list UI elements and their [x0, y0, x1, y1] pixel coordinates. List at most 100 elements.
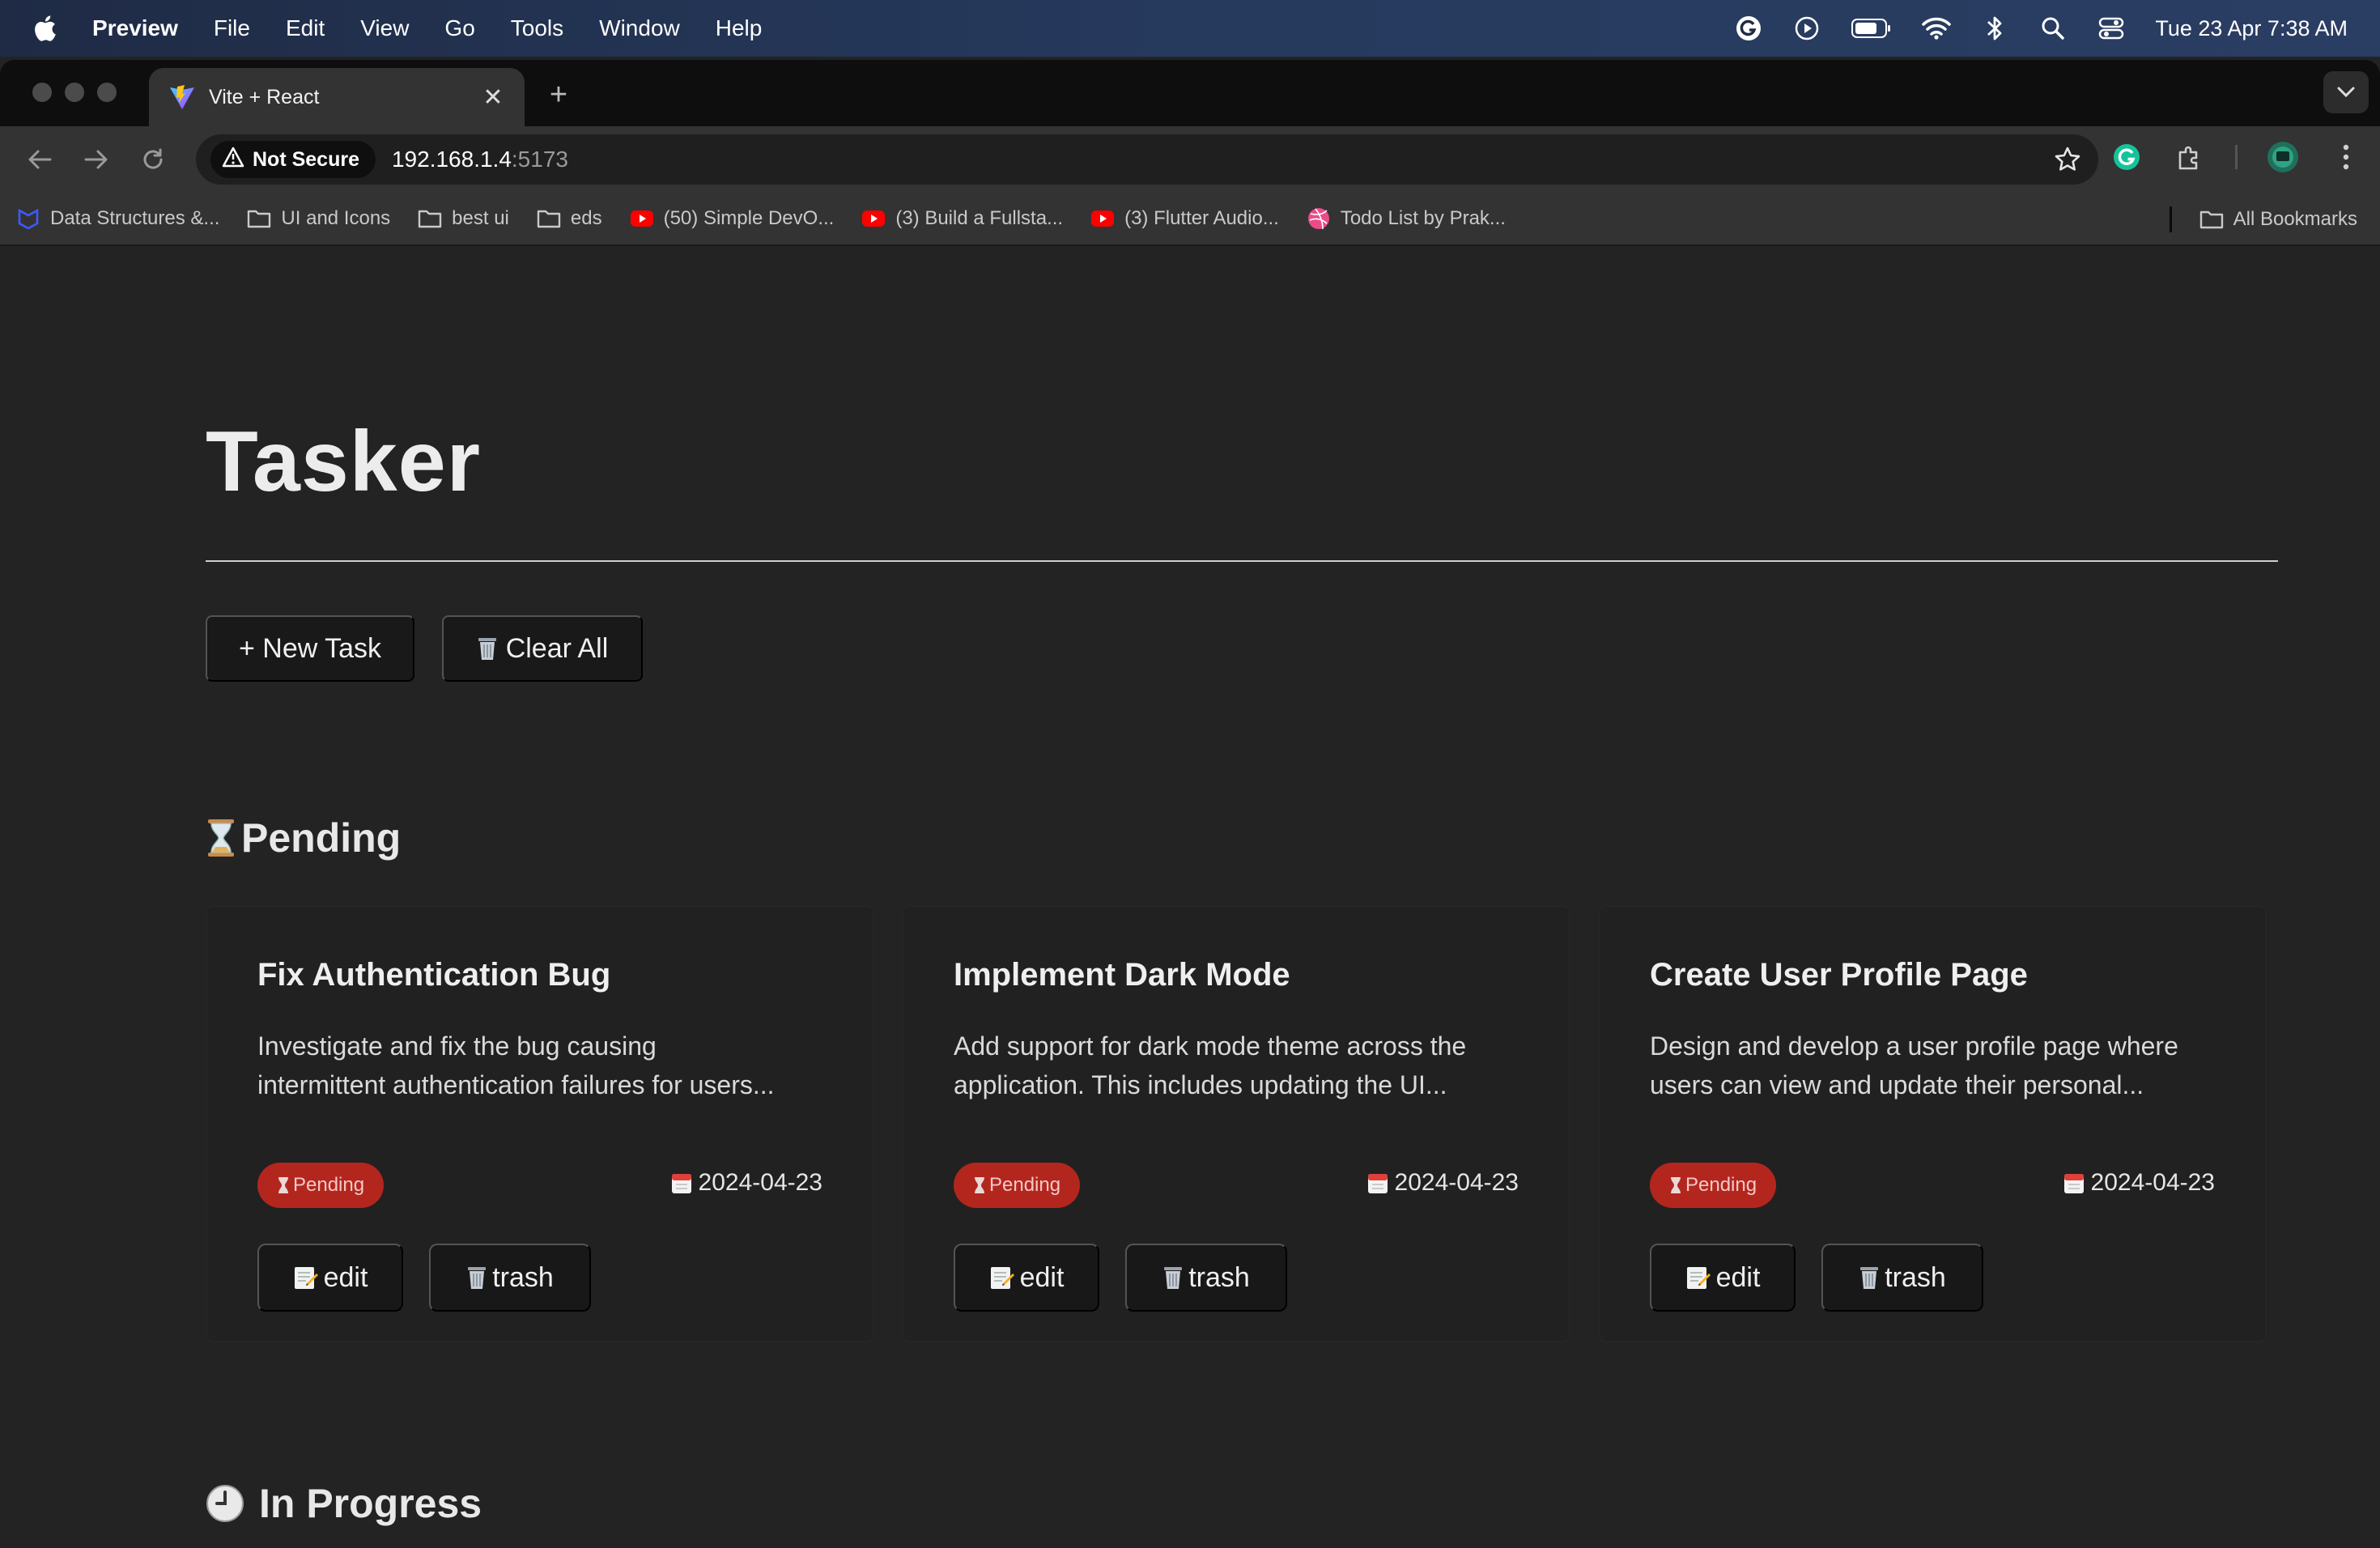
- clear-all-button[interactable]: Clear All: [442, 615, 643, 682]
- forward-arrow-icon[interactable]: [76, 139, 117, 180]
- macos-menu-bar: Preview File Edit View Go Tools Window H…: [0, 0, 2380, 57]
- status-badge: Pending: [1650, 1163, 1777, 1208]
- due-date: 2024-04-23: [1367, 1169, 1519, 1197]
- folder-icon: [537, 208, 561, 229]
- menu-view[interactable]: View: [360, 15, 409, 41]
- menu-file[interactable]: File: [214, 15, 250, 41]
- tasker-page: Tasker + New Task Clear All Pending Fix …: [0, 256, 2380, 1548]
- browser-menu-kebab-icon[interactable]: [2328, 139, 2364, 175]
- task-card: Create User Profile Page Design and deve…: [1598, 905, 2267, 1342]
- bookmark-folder-best-ui[interactable]: best ui: [418, 207, 509, 230]
- wastebasket-icon: [477, 636, 498, 661]
- bookmark-site-icon: [16, 208, 40, 229]
- due-date-text: 2024-04-23: [698, 1169, 822, 1196]
- bookmark-label: (50) Simple DevO...: [663, 207, 835, 229]
- bookmark-folder-eds[interactable]: eds: [537, 207, 602, 230]
- memo-pencil-icon: [989, 1265, 1015, 1291]
- bookmark-youtube-flutter-audio[interactable]: (3) Flutter Audio...: [1090, 207, 1279, 230]
- address-bar[interactable]: Not Secure 192.168.1.4:5173: [196, 134, 2098, 185]
- all-bookmarks-button[interactable]: All Bookmarks: [2199, 208, 2357, 231]
- grammarly-extension-icon[interactable]: [2109, 139, 2144, 175]
- site-security-chip[interactable]: Not Secure: [210, 141, 376, 178]
- clear-all-label: Clear All: [505, 632, 609, 664]
- bookmark-dribbble-todo-list[interactable]: Todo List by Prak...: [1307, 207, 1506, 230]
- wastebasket-icon: [1162, 1265, 1184, 1291]
- hourglass-icon: [277, 1176, 290, 1194]
- window-zoom-button[interactable]: [97, 83, 117, 102]
- due-date-text: 2024-04-23: [1394, 1169, 1519, 1196]
- bookmark-label: eds: [570, 207, 602, 229]
- due-date-text: 2024-04-23: [2090, 1169, 2215, 1196]
- window-minimize-button[interactable]: [65, 83, 84, 102]
- trash-task-button[interactable]: trash: [1821, 1244, 1983, 1312]
- bookmark-youtube-simple-devops[interactable]: (50) Simple DevO...: [630, 207, 835, 230]
- reload-icon[interactable]: [133, 139, 173, 180]
- wifi-icon[interactable]: [1922, 14, 1952, 43]
- due-date: 2024-04-23: [2063, 1169, 2215, 1197]
- bookmark-label: (3) Build a Fullsta...: [895, 207, 1064, 229]
- menu-go[interactable]: Go: [444, 15, 474, 41]
- edit-task-button[interactable]: edit: [954, 1244, 1099, 1312]
- back-arrow-icon[interactable]: [19, 139, 60, 180]
- status-text: Pending: [989, 1174, 1061, 1196]
- menu-help[interactable]: Help: [716, 15, 763, 41]
- not-secure-label: Not Secure: [253, 147, 359, 171]
- task-description-line: Design and develop a user profile page w…: [1650, 1031, 2178, 1061]
- task-card: Fix Authentication Bug Investigate and f…: [206, 905, 874, 1342]
- tab-strip: Vite + React ✕ +: [0, 60, 2380, 126]
- memo-pencil-icon: [1685, 1265, 1711, 1291]
- extensions-puzzle-icon[interactable]: [2172, 139, 2208, 175]
- task-title: Implement Dark Mode: [954, 957, 1290, 993]
- url-host: 192.168.1.4: [391, 147, 512, 172]
- bookmarks-bar-right: All Bookmarks: [2169, 193, 2357, 246]
- menu-window[interactable]: Window: [599, 15, 680, 41]
- memo-pencil-icon: [293, 1265, 319, 1291]
- task-description: Design and develop a user profile page w…: [1650, 1027, 2233, 1104]
- edit-task-button[interactable]: edit: [1650, 1244, 1796, 1312]
- in-progress-heading-text: In Progress: [259, 1481, 482, 1526]
- bookmark-youtube-build-fullstack[interactable]: (3) Build a Fullsta...: [861, 207, 1063, 230]
- bookmark-label: best ui: [452, 207, 509, 229]
- page-title: Tasker: [206, 414, 481, 509]
- folder-icon: [418, 208, 442, 229]
- tab-close-icon[interactable]: ✕: [481, 83, 505, 112]
- new-task-button[interactable]: + New Task: [206, 615, 414, 682]
- tab-title: Vite + React: [209, 85, 320, 108]
- status-badge: Pending: [257, 1163, 385, 1208]
- bookmark-folder-ui-and-icons[interactable]: UI and Icons: [247, 207, 390, 230]
- browser-toolbar: Not Secure 192.168.1.4:5173: [0, 126, 2380, 193]
- edit-label: edit: [1019, 1261, 1065, 1293]
- tab-search-dropdown-button[interactable]: [2323, 71, 2369, 113]
- window-close-button[interactable]: [32, 83, 52, 102]
- task-description-line: users can view and update their personal…: [1650, 1070, 2144, 1099]
- task-description-line: Add support for dark mode theme across t…: [954, 1031, 1467, 1061]
- new-tab-button[interactable]: +: [542, 78, 575, 113]
- grammarly-status-icon[interactable]: [1734, 14, 1763, 43]
- menu-tools[interactable]: Tools: [511, 15, 563, 41]
- menu-bar-clock[interactable]: Tue 23 Apr 7:38 AM: [2155, 16, 2348, 41]
- tab-vite-react[interactable]: Vite + React ✕: [149, 68, 525, 126]
- folder-icon: [247, 208, 271, 229]
- status-text: Pending: [1685, 1174, 1757, 1196]
- profile-avatar-icon[interactable]: [2265, 139, 2301, 175]
- apple-logo-icon[interactable]: [32, 15, 57, 42]
- task-title: Fix Authentication Bug: [257, 957, 611, 993]
- bookmark-data-structures[interactable]: Data Structures &...: [16, 207, 219, 230]
- trash-task-button[interactable]: trash: [1125, 1244, 1287, 1312]
- edit-task-button[interactable]: edit: [257, 1244, 403, 1312]
- play-status-icon[interactable]: [1792, 14, 1821, 43]
- calendar-icon: [2063, 1172, 2085, 1194]
- control-center-icon[interactable]: [2097, 14, 2126, 43]
- battery-icon[interactable]: [1851, 14, 1893, 43]
- url-text[interactable]: 192.168.1.4:5173: [392, 147, 568, 172]
- bookmark-label: UI and Icons: [281, 207, 391, 229]
- menu-edit[interactable]: Edit: [286, 15, 325, 41]
- bookmarks-divider: [2169, 206, 2172, 232]
- bluetooth-icon[interactable]: [1980, 14, 2009, 43]
- bookmark-star-icon[interactable]: [2051, 143, 2084, 176]
- spotlight-search-icon[interactable]: [2038, 14, 2068, 43]
- bookmark-label: Data Structures &...: [50, 207, 220, 229]
- trash-task-button[interactable]: trash: [429, 1244, 591, 1312]
- pending-section-heading: Pending: [206, 814, 401, 861]
- menu-app-preview[interactable]: Preview: [92, 15, 178, 41]
